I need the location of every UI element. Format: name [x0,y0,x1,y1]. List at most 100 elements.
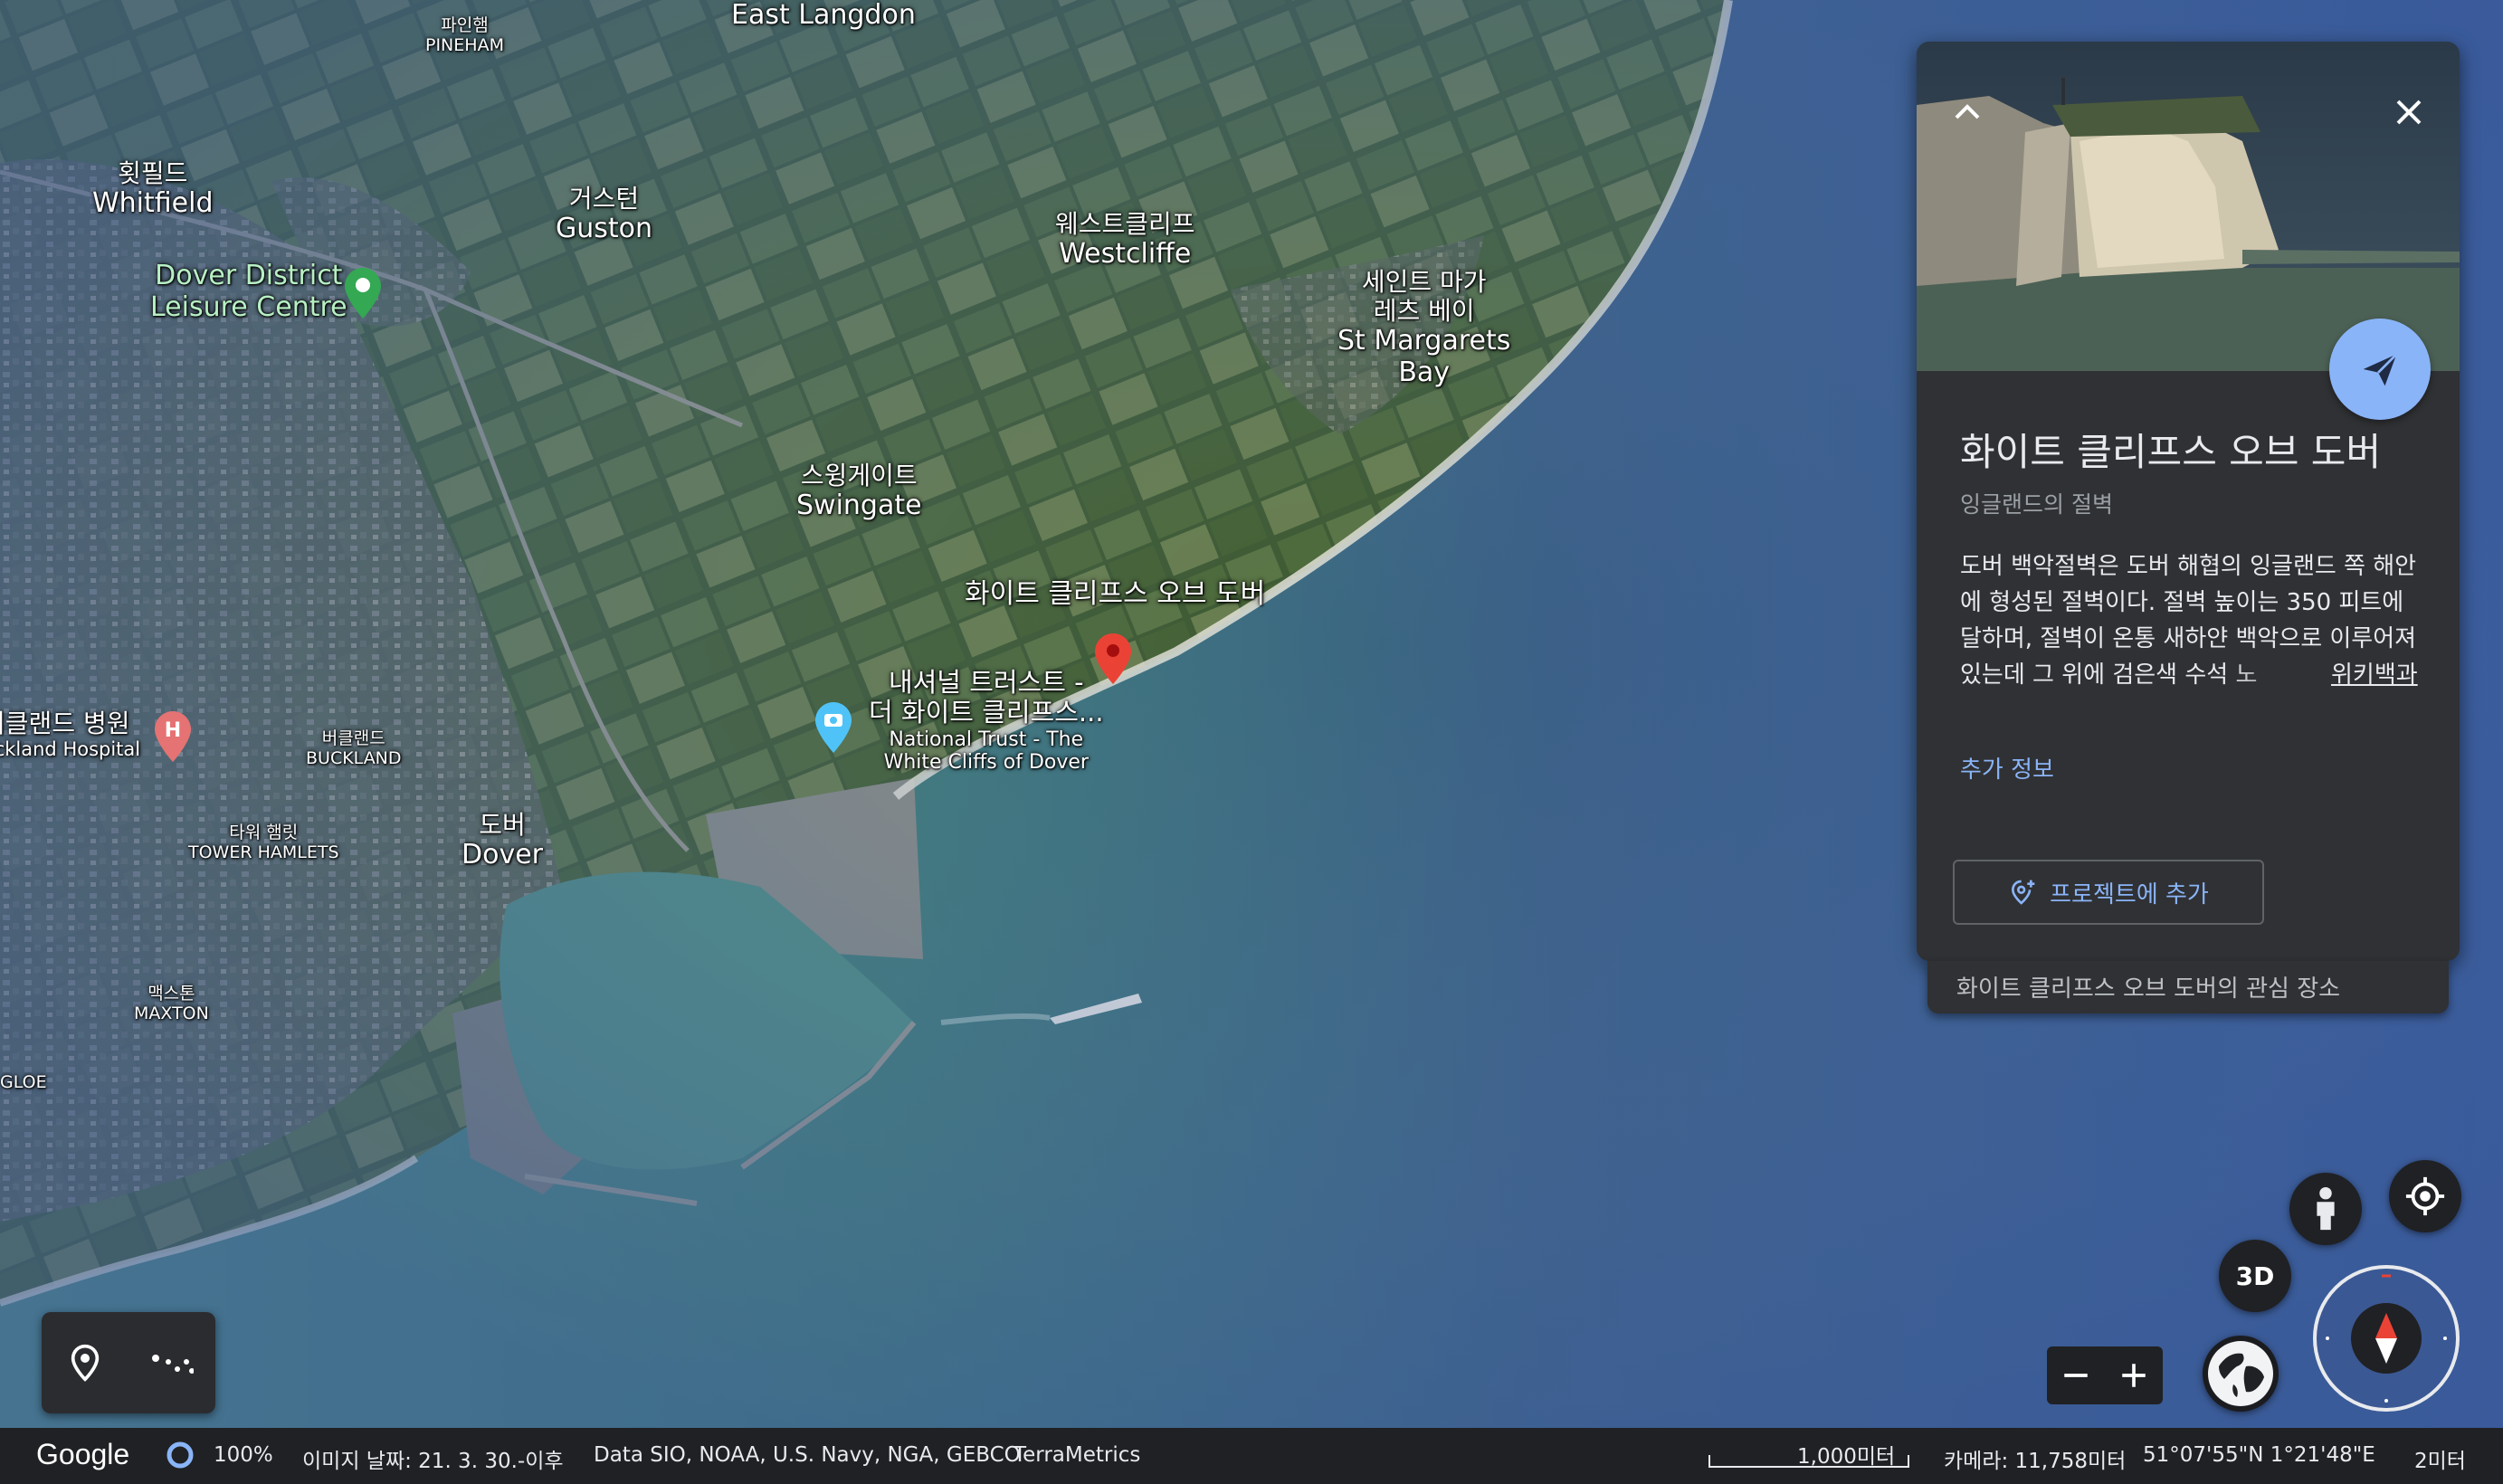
chevron-up-icon [1955,104,1980,119]
compass[interactable] [2313,1265,2460,1412]
map-label-swingate: 스윙게이트 Swingate [796,461,922,522]
map-label-pineham: 파인햄 PINEHAM [425,15,504,56]
share-button[interactable] [2329,319,2431,420]
label-en: Swingate [796,490,922,522]
map-label-leisure-centre[interactable]: Dover District Leisure Centre [150,260,347,323]
more-info-link[interactable]: 추가 정보 [1960,751,2054,785]
zoom-in-button[interactable] [2107,1348,2161,1403]
poi-strip-label: 화이트 클리프스 오브 도버의 관심 장소 [1956,975,2341,1003]
loading-percent: 100% [214,1443,273,1467]
label-ko: 더 화이트 클리프스... [869,697,1104,728]
label-ko: 웨스트클리프 [1055,209,1195,239]
map-tools [42,1312,215,1413]
map-label-national-trust[interactable]: 내셔널 트러스트 - 더 화이트 클리프스... National Trust … [869,667,1104,774]
map-label-east-langdon: East Langdon [731,0,916,32]
imagery-date[interactable]: 이미지 날짜: 21. 3. 30.-이후 [302,1443,564,1474]
place-info-panel: 화이트 클리프스 오브 도버 잉글랜드의 절벽 도버 백악절벽은 도버 해협의 … [1917,42,2460,961]
place-title: 화이트 클리프스 오브 도버 [1960,430,2382,474]
add-to-project-button[interactable]: 프로젝트에 추가 [1953,860,2264,925]
loading-ring-icon [165,1440,195,1476]
hospital-pin[interactable]: H [154,711,192,766]
map-label-tower-hamlets: 타워 햄릿 TOWER HAMLETS [188,823,339,863]
zoom-out-button[interactable] [2049,1348,2103,1403]
zoom-controls [2047,1346,2163,1404]
label-ko: 버클랜드 병원 [0,709,130,738]
label-en: Westcliffe [1059,238,1192,271]
camera-poi-pin[interactable] [814,702,852,756]
label-ko: 세인트 마가 [1361,267,1487,297]
terrametrics-credit[interactable]: TerraMetrics [1014,1443,1140,1467]
my-location-button[interactable] [2389,1160,2461,1232]
map-label-aycliffe: GLOE [0,1072,47,1093]
label-en: BUCKLAND [306,747,402,768]
scale-label: 1,000미터 [1797,1445,1896,1469]
data-credits[interactable]: Data SIO, NOAA, U.S. Navy, NGA, GEBCO [594,1443,1021,1467]
label-ko: 거스턴 [568,184,640,214]
add-location-icon [2012,880,2035,905]
label-ko: 맥스톤 [148,984,195,1004]
map-label-maxton: 맥스톤 MAXTON [134,984,209,1024]
pegman-icon [2317,1186,2335,1231]
label-en: Buckland Hospital [0,738,141,761]
globe-view-button[interactable] [2203,1336,2279,1412]
selected-place-pin[interactable] [1095,633,1131,688]
map-label-dover: 도버 Dover [462,810,543,871]
map-label-westcliffe: 웨스트클리프 Westcliffe [1055,209,1195,271]
north-arrow-icon [2375,1313,2397,1364]
place-subtitle: 잉글랜드의 절벽 [1960,491,2113,518]
label-en: Bay [1398,356,1451,388]
label-ko: 파인햄 [441,15,489,35]
label-en: White Cliffs of Dover [883,750,1089,774]
google-logo: Google [36,1438,130,1470]
street-view-button[interactable] [2289,1173,2362,1245]
close-button[interactable] [2380,83,2438,141]
add-placemark-button[interactable] [52,1330,118,1395]
wikipedia-link[interactable]: 위키백과 [2326,657,2418,693]
map-label-st-margarets-bay: 세인트 마가 레츠 베이 St Margarets Bay [1337,267,1511,388]
svg-text:H: H [165,719,181,742]
label-en: Dover District [155,260,343,291]
map-label-hospital[interactable]: 버클랜드 병원 Buckland Hospital [0,709,140,760]
label-en: Leisure Centre [150,290,347,323]
send-icon [2363,353,2398,386]
path-icon [152,1355,194,1374]
plus-icon [2122,1364,2146,1387]
label-ko: 도버 [479,810,526,840]
map-label-buckland: 버클랜드 BUCKLAND [306,728,402,769]
close-icon [2396,100,2422,125]
label-ko: 내셔널 트러스트 - [888,667,1084,698]
label-en: Guston [556,213,653,245]
crosshair-icon [2405,1176,2445,1216]
label-ko: 버클랜드 [321,728,385,748]
globe-icon [2208,1341,2273,1406]
label-ko: 스윙게이트 [800,461,918,490]
draw-path-button[interactable] [139,1330,205,1395]
points-of-interest-strip[interactable]: 화이트 클리프스 오브 도버의 관심 장소 [1927,961,2449,1013]
placemark-icon [71,1344,100,1382]
label-en: PINEHAM [425,34,504,55]
status-bar: Google 100% 이미지 날짜: 21. 3. 30.-이후 Data S… [0,1428,2503,1484]
coordinates: 51°07'55"N 1°21'48"E [2143,1443,2375,1467]
collapse-button[interactable] [1938,83,1996,141]
label-en: Whitfield [92,187,214,220]
map-label-white-cliffs[interactable]: 화이트 클리프스 오브 도버 [965,578,1266,611]
label-en: MAXTON [134,1003,209,1023]
add-to-project-label: 프로젝트에 추가 [2050,880,2209,908]
label-en: East Langdon [731,0,916,31]
label-en: Dover [462,839,543,871]
elevation: 2미터 [2414,1450,2466,1473]
label-ko: 레츠 베이 [1373,296,1475,327]
label-en: GLOE [0,1072,47,1092]
label-en: St Margarets [1337,325,1511,357]
label-ko: 화이트 클리프스 오브 도버 [965,578,1266,610]
minus-icon [2064,1374,2088,1377]
compass-needle-button[interactable] [2351,1303,2422,1374]
label-en: TOWER HAMLETS [188,842,339,862]
camera-altitude: 카메라: 11,758미터 [1944,1450,2127,1473]
leisure-centre-pin[interactable] [344,268,382,322]
map-label-whitfield: 횟필드 Whitfield [92,158,214,220]
map-label-guston: 거스턴 Guston [556,184,653,245]
label-ko: 횟필드 [118,158,188,188]
toggle-3d-button[interactable]: 3D [2219,1240,2291,1312]
label-ko: 타워 햄릿 [229,823,299,842]
